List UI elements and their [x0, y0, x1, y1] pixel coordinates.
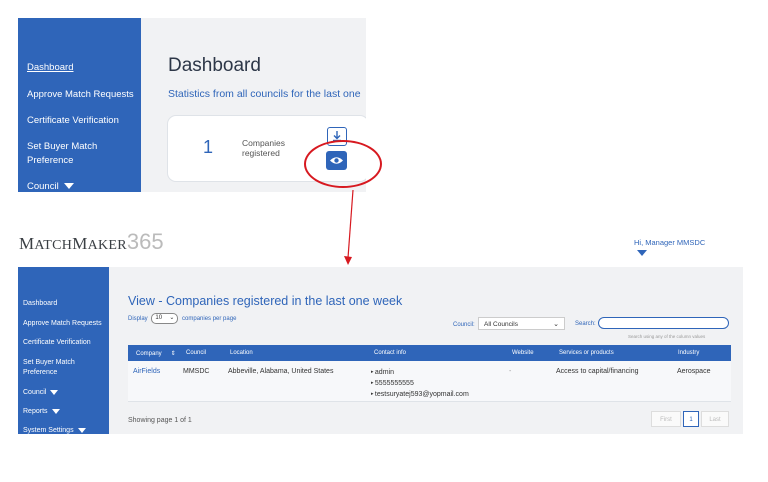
sidebar-item-label: Council [27, 181, 59, 192]
column-header-website[interactable]: Website [512, 350, 534, 356]
chevron-down-icon [77, 427, 86, 433]
sidebar-item-certificate-verification[interactable]: Certificate Verification [23, 338, 91, 348]
sidebar-item-certificate-verification[interactable]: Certificate Verification [27, 114, 119, 128]
sidebar-item-label: Certificate Verification [27, 115, 119, 126]
page-subtitle: Statistics from all councils for the las… [168, 88, 361, 100]
chevron-down-icon [50, 389, 59, 395]
page-size-select[interactable]: 10 ⌄ [151, 313, 179, 324]
page-title: Dashboard [168, 55, 261, 76]
contact-email: testsuryatej593@yopmail.com [371, 389, 469, 400]
companies-view-screenshot: Dashboard Approve Match Requests Certifi… [18, 267, 743, 434]
column-header-contact-info[interactable]: Contact info [374, 350, 406, 356]
sidebar-item-council[interactable]: Council [27, 180, 74, 192]
stat-label-line: Companies [242, 138, 285, 148]
last-page-button[interactable]: Last [701, 411, 729, 427]
highlight-ellipse [304, 140, 382, 188]
sidebar-item-reports[interactable]: Reports [23, 407, 60, 417]
page-size-control: Display 10 ⌄ companies per page [128, 313, 236, 324]
contact-phone: 5555555555 [371, 378, 469, 389]
stat-label: Companies registered [242, 138, 302, 158]
column-header-company[interactable]: Company ⇕ [136, 350, 176, 357]
page-title: View - Companies registered in the last … [128, 294, 403, 308]
sidebar-item-set-buyer-match-preference[interactable]: Set Buyer Match Preference [27, 140, 97, 168]
chevron-down-icon[interactable] [637, 250, 647, 256]
chevron-down-icon [51, 408, 60, 414]
column-header-services[interactable]: Services or products [559, 350, 614, 356]
sidebar-item-approve-match-requests[interactable]: Approve Match Requests [27, 88, 134, 102]
sidebar-item-label: Dashboard [23, 300, 58, 307]
sidebar-item-label: Approve Match Requests [27, 89, 134, 100]
column-header-council[interactable]: Council [186, 350, 206, 356]
sidebar-item-label: Preference [23, 369, 58, 376]
search-input[interactable] [598, 317, 729, 329]
column-header-industry[interactable]: Industry [678, 350, 699, 356]
sidebar-item-set-buyer-match-preference[interactable]: Set Buyer Match Preference [23, 358, 75, 378]
page-size-prefix: Display [128, 316, 148, 323]
sidebar-item-label: Reports [23, 408, 48, 415]
sidebar-item-label: Set Buyer Match [27, 141, 98, 152]
sidebar: Dashboard Approve Match Requests Certifi… [18, 18, 141, 192]
sidebar: Dashboard Approve Match Requests Certifi… [18, 267, 109, 434]
pagination-status: Showing page 1 of 1 [128, 417, 192, 424]
chevron-down-icon [63, 183, 74, 190]
page-number-button[interactable]: 1 [683, 411, 699, 427]
industry-cell: Aerospace [677, 368, 711, 375]
sidebar-item-label: Dashboard [27, 62, 74, 73]
search-hint: Search using any of the column values [628, 334, 706, 339]
sidebar-item-label: Approve Match Requests [23, 320, 102, 327]
matchmaker-logo: MATCHMAKER365 [19, 229, 164, 254]
user-greeting[interactable]: Hi, Manager MMSDC [634, 238, 705, 247]
sidebar-item-label: Set Buyer Match [23, 359, 75, 366]
sidebar-item-dashboard[interactable]: Dashboard [23, 299, 57, 309]
services-cell: Access to capital/financing [556, 368, 639, 375]
contact-name: admin [371, 367, 469, 378]
chevron-down-icon: ⌄ [553, 321, 559, 328]
chevron-down-icon: ⌄ [169, 315, 175, 321]
council-cell: MMSDC [183, 368, 210, 375]
sidebar-item-label: Council [23, 389, 47, 396]
contact-cell: admin 5555555555 testsuryatej593@yopmail… [371, 367, 469, 400]
sidebar-item-approve-match-requests[interactable]: Approve Match Requests [23, 319, 102, 329]
council-filter-label: Council: [453, 322, 475, 328]
table-header: Company ⇕ Council Location Contact info W… [128, 345, 731, 361]
sidebar-item-label: Certificate Verification [23, 339, 91, 346]
stat-label-line: registered [242, 148, 280, 158]
sort-icon[interactable]: ⇕ [171, 351, 176, 357]
sidebar-item-council[interactable]: Council [23, 388, 59, 398]
sidebar-item-dashboard[interactable]: Dashboard [27, 61, 73, 75]
website-cell: - [509, 368, 512, 375]
sidebar-item-label: System Settings [23, 427, 74, 434]
sidebar-item-label: Preference [27, 155, 74, 166]
location-cell: Abbeville, Alabama, United States [228, 368, 334, 375]
council-filter-select[interactable]: All Councils ⌄ [478, 317, 565, 330]
first-page-button[interactable]: First [651, 411, 681, 427]
search-label: Search: [575, 321, 596, 327]
sidebar-item-system-settings[interactable]: System Settings [23, 426, 86, 434]
column-header-location[interactable]: Location [230, 350, 253, 356]
stat-count: 1 [203, 137, 214, 157]
table-row: AirFields MMSDC Abbeville, Alabama, Unit… [128, 361, 731, 402]
page-size-suffix: companies per page [182, 316, 237, 323]
company-link[interactable]: AirFields [133, 367, 160, 377]
